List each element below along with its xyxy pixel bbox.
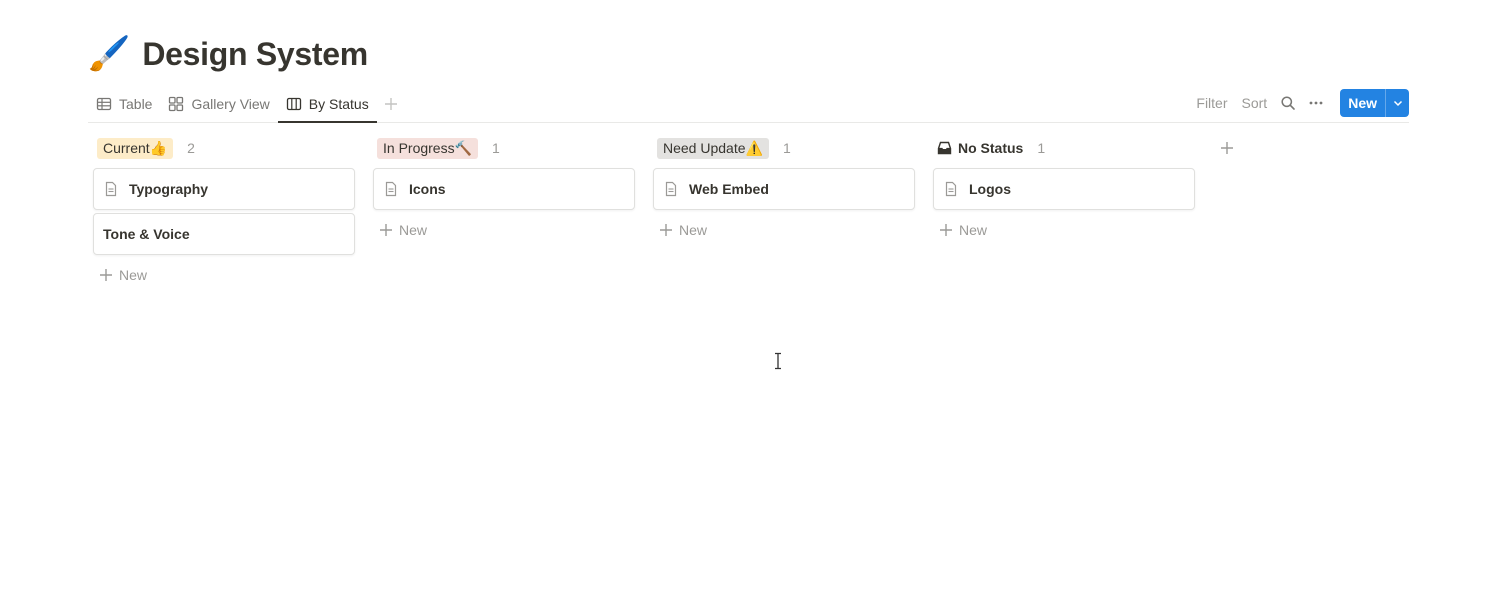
add-card-button[interactable]: New (373, 213, 635, 247)
board-card[interactable]: Logos (933, 168, 1195, 210)
table-icon (96, 97, 112, 111)
board-column-need-update: Need Update⚠️ 1 Web Embed New (653, 136, 915, 292)
page-emoji-icon[interactable]: 🖌️ (88, 37, 130, 71)
more-options-button[interactable] (1302, 89, 1330, 117)
plus-icon (384, 98, 397, 110)
tab-label: Gallery View (191, 96, 270, 112)
card-title: Typography (129, 181, 209, 197)
board-column-current: Current👍 2 Typography Tone & Voice New (93, 136, 355, 292)
status-badge: Need Update⚠️ (657, 137, 769, 159)
filter-button[interactable]: Filter (1189, 89, 1234, 117)
search-icon (1281, 96, 1296, 110)
board-column-in-progress: In Progress🔨 1 Icons New (373, 136, 635, 292)
new-dropdown-button[interactable] (1385, 89, 1409, 117)
status-label: No Status (937, 138, 1023, 159)
plus-icon (380, 224, 392, 236)
page-header: 🖌️ Design System (88, 32, 368, 76)
add-card-button[interactable]: New (653, 213, 915, 247)
view-toolbar: Filter Sort New (1189, 88, 1409, 118)
card-title: Web Embed (689, 181, 769, 197)
search-button[interactable] (1274, 89, 1302, 117)
add-view-button[interactable] (379, 92, 403, 116)
column-count: 1 (782, 140, 791, 156)
sort-button[interactable]: Sort (1235, 89, 1275, 117)
new-button-group: New (1340, 89, 1409, 117)
view-tabs: Table Gallery View By Status (88, 86, 403, 123)
add-card-label: New (399, 222, 428, 238)
status-badge: Current👍 (97, 137, 174, 159)
page-icon (105, 181, 117, 197)
add-card-label: New (959, 222, 988, 238)
column-count: 1 (1037, 140, 1046, 156)
page-icon (945, 181, 957, 197)
tab-label: Table (119, 96, 153, 112)
column-header[interactable]: In Progress🔨 1 (373, 136, 635, 160)
add-group-button[interactable] (1218, 139, 1236, 157)
column-header[interactable]: Current👍 2 (93, 136, 355, 160)
chevron-down-icon (1393, 100, 1402, 107)
board-column-no-status: No Status 1 Logos New (933, 136, 1195, 292)
card-title: Icons (409, 181, 446, 197)
board-card[interactable]: Typography (93, 168, 355, 210)
new-button[interactable]: New (1340, 89, 1385, 117)
gallery-icon (169, 96, 184, 112)
tab-table[interactable]: Table (88, 86, 160, 122)
tab-label: By Status (308, 96, 369, 112)
add-card-button[interactable]: New (93, 258, 355, 292)
column-count: 2 (187, 140, 195, 156)
board-icon (286, 97, 301, 111)
add-card-button[interactable]: New (933, 213, 1195, 247)
plus-icon (940, 224, 952, 236)
add-card-label: New (679, 222, 708, 238)
tab-by-status[interactable]: By Status (277, 86, 377, 123)
board-card[interactable]: Web Embed (653, 168, 915, 210)
page-icon (665, 181, 677, 197)
view-bar: Table Gallery View By Status Filter Sort… (88, 86, 1409, 123)
page-title[interactable]: Design System (142, 36, 368, 73)
card-title: Tone & Voice (103, 226, 190, 242)
board-card[interactable]: Tone & Voice (93, 213, 355, 255)
plus-icon (100, 269, 112, 281)
column-header[interactable]: No Status 1 (933, 136, 1195, 160)
inbox-icon (937, 141, 952, 155)
plus-icon (660, 224, 672, 236)
status-text: No Status (958, 140, 1024, 156)
ellipsis-icon (1309, 101, 1323, 105)
page-icon (385, 181, 397, 197)
kanban-board: Current👍 2 Typography Tone & Voice New I… (93, 136, 1213, 292)
board-card[interactable]: Icons (373, 168, 635, 210)
status-badge: In Progress🔨 (377, 137, 479, 159)
card-title: Logos (969, 181, 1011, 197)
tab-gallery-view[interactable]: Gallery View (160, 86, 277, 122)
plus-icon (1221, 142, 1233, 154)
text-cursor-icon (775, 352, 781, 370)
column-header[interactable]: Need Update⚠️ 1 (653, 136, 915, 160)
add-card-label: New (119, 267, 148, 283)
column-count: 1 (492, 140, 500, 156)
